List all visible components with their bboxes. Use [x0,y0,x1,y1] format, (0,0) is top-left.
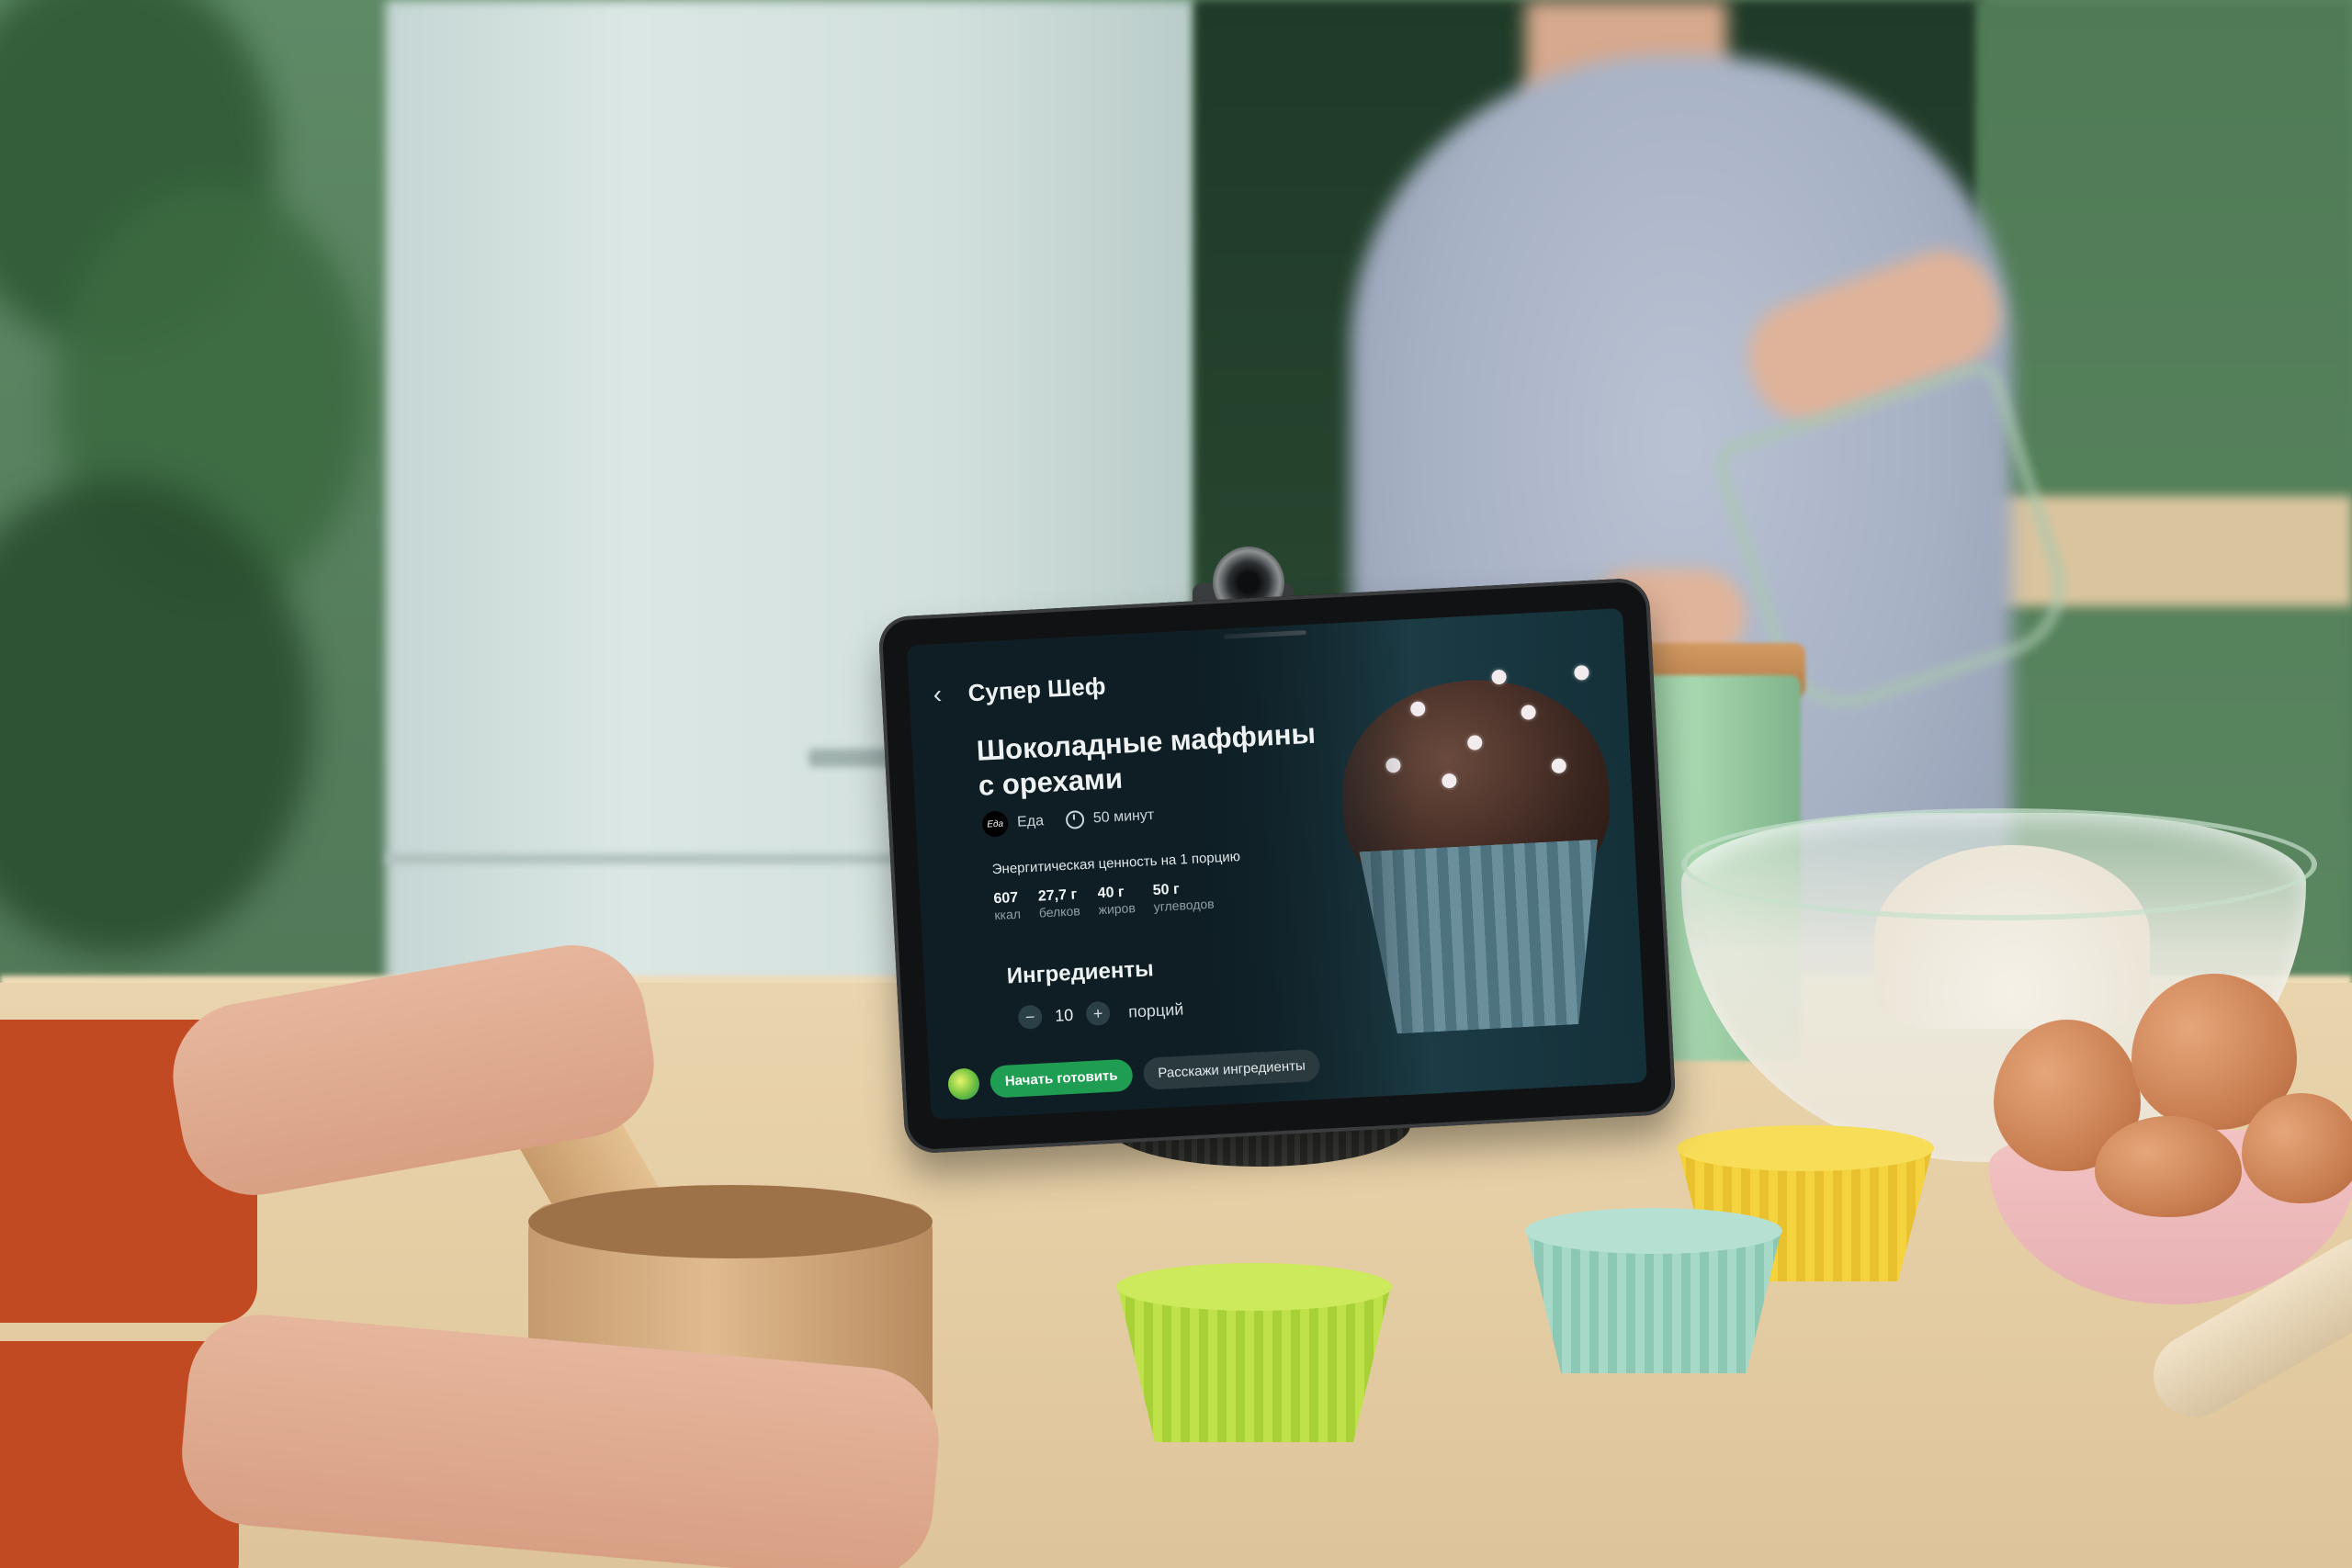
portions-label: порций [1127,999,1184,1021]
nutrient-unit: жиров [1098,900,1136,918]
device-screen: ‹ Супер Шеф Шоколадные маффины с орехами… [906,607,1647,1121]
nutrient-value: 27,7 г [1037,886,1078,905]
nutrient-value: 40 г [1097,884,1125,902]
nutrient-fat: 40 г жиров [1097,884,1136,917]
yellow-liner-rim [1677,1125,1934,1171]
timer-icon [1065,809,1085,829]
smart-display: ‹ Супер Шеф Шоколадные маффины с орехами… [877,577,1677,1155]
mint-liner-rim [1525,1208,1782,1254]
mortar-opening [528,1185,933,1258]
sprinkle [1574,664,1589,681]
decrease-portions-button[interactable]: − [1017,1004,1043,1030]
nutrient-unit: белков [1038,903,1081,920]
kitchen-scene: ‹ Супер Шеф Шоколадные маффины с орехами… [0,0,2352,1568]
nutrient-calories: 607 ккал [993,890,1021,922]
lime-liner-rim [1116,1263,1392,1311]
nutrient-carbs: 50 г углеводов [1152,880,1215,914]
increase-portions-button[interactable]: + [1085,1000,1111,1027]
recipe-duration: 50 минут [1092,807,1155,827]
recipe-source: Еда [1016,813,1045,830]
source-logo-icon: Еда [981,810,1009,838]
portions-value: 10 [1054,1005,1074,1025]
assistant-orb-icon[interactable] [947,1066,980,1100]
nutrient-unit: ккал [993,906,1022,923]
egg [2095,1116,2242,1217]
back-icon[interactable]: ‹ [933,679,952,707]
glass-bowl-rim [1681,808,2317,920]
nutrient-protein: 27,7 г белков [1037,886,1080,919]
nutrient-value: 607 [993,889,1019,908]
